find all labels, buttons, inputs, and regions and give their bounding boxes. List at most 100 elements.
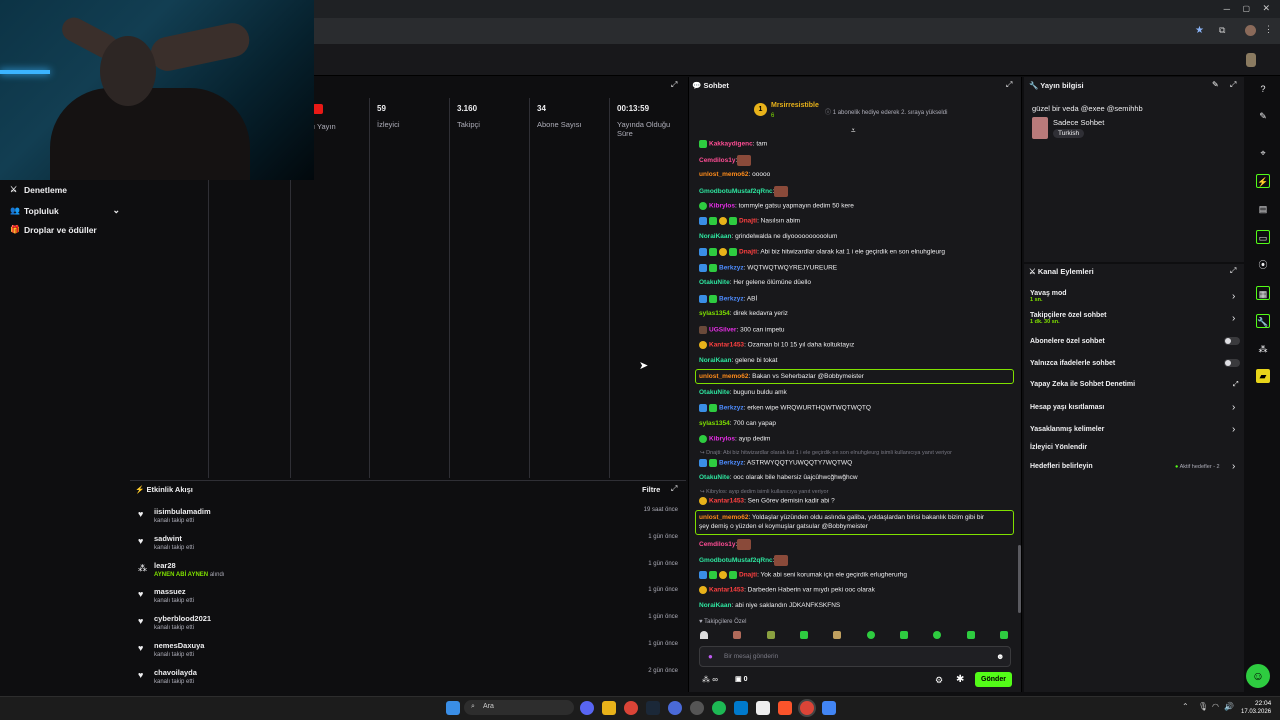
chat-username[interactable]: OtakuNite	[699, 474, 730, 481]
emote-icon[interactable]	[999, 631, 1008, 639]
emote-icon[interactable]	[766, 631, 775, 639]
nav-moderation[interactable]: ⚔ Denetleme	[10, 185, 67, 195]
chat-message[interactable]: Kibrylos: ayıp dedim	[699, 435, 770, 443]
category-thumbnail[interactable]	[1032, 117, 1048, 139]
chat-message[interactable]: NoraiKaan: abi niye saklandın JDKANFKSKF…	[699, 602, 840, 609]
activity-username[interactable]: cyberblood2021	[154, 614, 211, 623]
chat-username[interactable]: NoraiKaan	[699, 357, 732, 364]
chat-message[interactable]: Kantar1453: Darbeden Haberin var mıydı p…	[699, 586, 875, 594]
chat-message[interactable]: OtakuNite: Her gelene ölümüne düello	[699, 279, 811, 286]
chat-input[interactable]: ● Bir mesaj gönderin ☻	[699, 646, 1011, 667]
file-explorer-icon[interactable]	[602, 701, 616, 715]
chat-username[interactable]: unlost_memo62	[699, 373, 749, 380]
chat-message[interactable]: sylas1354: 700 can yapap	[699, 420, 776, 427]
microphone-icon[interactable]: ●	[708, 652, 713, 661]
activity-item[interactable]: ♥ chavoilayda kanalı takip etti 2 gün ön…	[138, 668, 678, 694]
external-link-icon[interactable]: ⤢	[1233, 381, 1239, 389]
chrome-active-icon[interactable]	[800, 701, 814, 715]
chat-username[interactable]: Kantar1453	[709, 342, 744, 349]
bookmark-star-icon[interactable]: ★	[1195, 25, 1204, 36]
action-slow-mode[interactable]: Yavaş mod 1 sn.	[1030, 290, 1067, 303]
chat-username[interactable]: sylas1354	[699, 420, 730, 427]
activity-username[interactable]: lear28	[154, 561, 176, 570]
chat-message[interactable]: Dnajti: Nasılsın abim	[699, 217, 800, 225]
pinned-username[interactable]: Mrsirresistible	[771, 102, 819, 109]
minimize-icon[interactable]: ─	[1224, 4, 1230, 14]
activity-username[interactable]: chavoilayda	[154, 668, 197, 677]
maximize-icon[interactable]: ▢	[1242, 4, 1250, 13]
activity-username[interactable]: massuez	[154, 587, 186, 596]
chat-username[interactable]: Cemdilos1y	[699, 157, 736, 164]
chat-message[interactable]: Kantar1453: Sen Görev demisin kadir abi …	[699, 497, 835, 505]
emote-icon[interactable]	[733, 631, 742, 639]
chat-message[interactable]: OtakuNite: bugunu buldu amk	[699, 389, 787, 396]
chat-username[interactable]: unlost_memo62	[699, 171, 749, 178]
chat-message[interactable]: Berkzyz: WQTWQTWQYREJYUREURE	[699, 264, 837, 272]
wifi-icon[interactable]: ◠	[1212, 702, 1219, 711]
activity-username[interactable]: sadwint	[154, 534, 182, 543]
chat-message[interactable]: GmodbotuMustaf2qRnc:	[699, 186, 790, 197]
activity-username[interactable]: iisimbulamadim	[154, 507, 211, 516]
chat-username[interactable]: OtakuNite	[699, 389, 730, 396]
taskbar-search[interactable]: ⌕ Ara	[464, 700, 574, 715]
emote-icon[interactable]	[833, 631, 842, 639]
action-banned-words[interactable]: Yasaklanmış kelimeler	[1030, 426, 1104, 433]
emote-icon[interactable]	[966, 631, 975, 639]
emoji-icon[interactable]: ☻	[996, 652, 1004, 661]
chrome-icon[interactable]	[624, 701, 638, 715]
nav-drops[interactable]: 🎁 Droplar ve ödüller	[10, 225, 97, 235]
popout-icon[interactable]: ⤢	[671, 484, 677, 494]
emote-icon[interactable]	[700, 631, 708, 639]
chat-message[interactable]: NoraiKaan: grindelwalda ne diyoooooooooo…	[699, 233, 837, 240]
chat-icon[interactable]: ▭	[1256, 230, 1270, 244]
wrench-icon[interactable]: 🔧	[1256, 314, 1270, 328]
chat-scrollbar[interactable]	[1018, 545, 1021, 613]
chat-username[interactable]: Berkzyz	[719, 265, 744, 272]
chat-message[interactable]: Berkzyz: ABİ	[699, 295, 757, 303]
lightning-icon[interactable]: ⚡	[1256, 174, 1270, 188]
brave-icon[interactable]	[778, 701, 792, 715]
chat-message[interactable]: Cemdilos1y:	[699, 539, 753, 550]
popout-icon[interactable]: ⤢	[1230, 266, 1236, 276]
help-icon[interactable]: ?	[1256, 82, 1270, 96]
chat-message[interactable]: UGSilver: 300 can impetu	[699, 326, 785, 334]
chat-username[interactable]: Cemdilos1y	[699, 541, 736, 548]
spotify-icon[interactable]	[712, 701, 726, 715]
channel-points[interactable]: ⁂ ∞	[702, 675, 718, 684]
points-icon[interactable]: ⁂	[1256, 342, 1270, 356]
action-host[interactable]: İzleyici Yönlendir	[1030, 444, 1087, 451]
vscode-icon[interactable]	[734, 701, 748, 715]
chat-message[interactable]: unlost_memo62: Bakan vs Seherbazlar @Bob…	[699, 373, 864, 380]
chat-username[interactable]: Kantar1453	[709, 587, 744, 594]
extensions-icon[interactable]: ⧉	[1219, 25, 1225, 36]
windows-start-icon[interactable]	[446, 701, 460, 715]
volume-icon[interactable]: 🔊	[1224, 702, 1234, 711]
filter-button[interactable]: Filtre	[642, 485, 660, 494]
chat-message[interactable]: Berkzyz: ASTRWYQQTYUWQQTY7WQTWQ	[699, 459, 852, 467]
chat-username[interactable]: Berkzyz	[719, 460, 744, 467]
edit-icon[interactable]: ✎	[1212, 80, 1219, 89]
browser-menu-icon[interactable]: ⋮	[1264, 24, 1273, 35]
chat-message[interactable]: Cemdilos1y:	[699, 155, 753, 166]
chevron-right-icon[interactable]: ›	[1232, 291, 1235, 302]
chat-message[interactable]: GmodbotuMustaf2qRnc:	[699, 555, 790, 566]
profile-avatar[interactable]	[1245, 25, 1256, 36]
close-icon[interactable]: ✕	[1262, 3, 1270, 14]
emote-icon[interactable]	[933, 631, 942, 639]
activity-item[interactable]: ♥ iisimbulamadim kanalı takip etti 19 sa…	[138, 507, 678, 533]
action-account-age[interactable]: Hesap yaşı kısıtlaması	[1030, 404, 1104, 411]
activity-item[interactable]: ♥ cyberblood2021 kanalı takip etti 1 gün…	[138, 614, 678, 640]
popout-icon[interactable]: ⤢	[1230, 80, 1236, 90]
activity-username[interactable]: nemesDaxuya	[154, 641, 204, 650]
emote-icon[interactable]	[899, 631, 908, 639]
activity-item[interactable]: ♥ massuez kanalı takip etti 1 gün önce	[138, 587, 678, 613]
chat-username[interactable]: GmodbotuMustaf2qRnc	[699, 557, 773, 564]
discord-icon[interactable]	[580, 701, 594, 715]
app-icon[interactable]	[822, 701, 836, 715]
chat-username[interactable]: Kantar1453	[709, 498, 744, 505]
nav-community[interactable]: 👥 Topluluk ⌄	[10, 205, 120, 216]
toggle-switch[interactable]	[1224, 337, 1240, 345]
chat-username[interactable]: Kakkaydigenc	[709, 141, 753, 148]
chat-username[interactable]: NoraiKaan	[699, 233, 732, 240]
chat-message[interactable]: Kibrylos: tommyle gatsu yapmayın dedim 5…	[699, 202, 854, 210]
